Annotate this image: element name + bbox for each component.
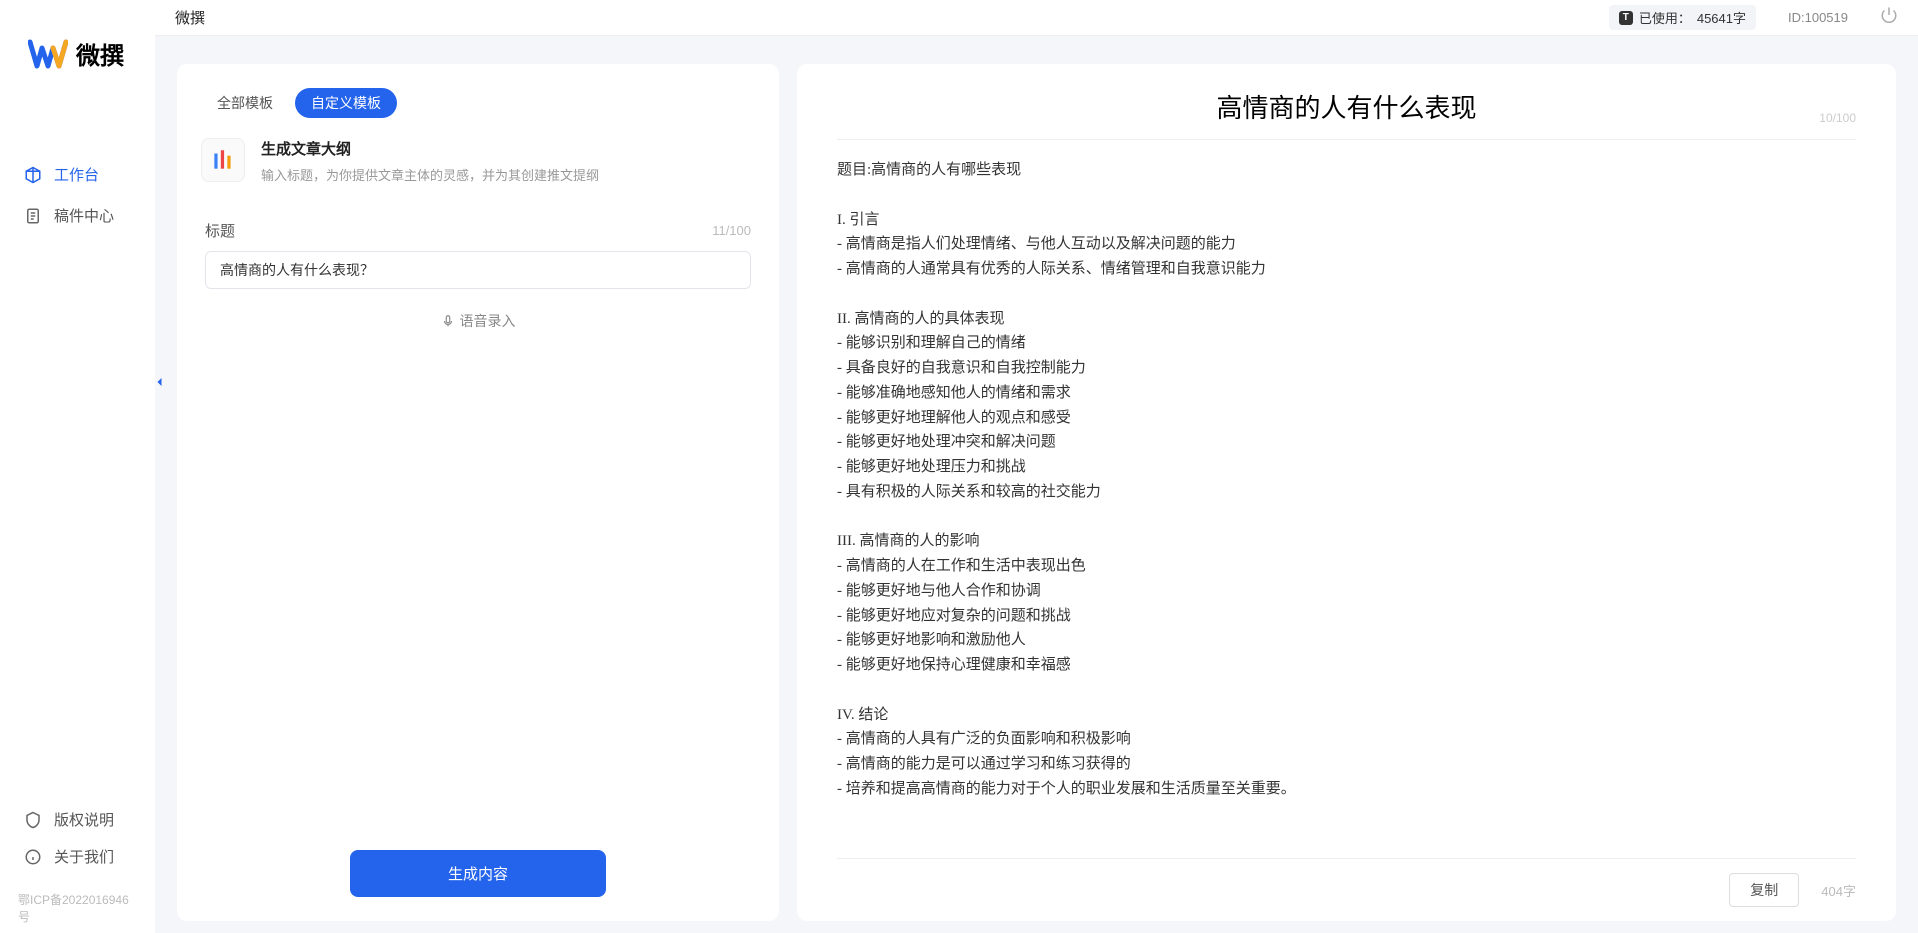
info-icon xyxy=(24,848,42,866)
power-icon[interactable] xyxy=(1880,6,1898,29)
document-icon xyxy=(24,207,42,225)
input-panel: 全部模板 自定义模板 生成文章大纲 输入标题，为你提供文章主体的灵感，并为其创建… xyxy=(177,64,779,921)
sidebar: 微撰 工作台 稿件中心 版权 xyxy=(0,0,155,933)
usage-badge[interactable]: T 已使用： 45641字 xyxy=(1609,5,1756,30)
output-char-count: 404字 xyxy=(1821,881,1856,900)
mic-icon xyxy=(441,314,455,328)
title-count: 11/100 xyxy=(712,223,751,238)
usage-label: 已使用： xyxy=(1639,8,1691,27)
header-title: 微撰 xyxy=(175,7,205,28)
template-card: 生成文章大纲 输入标题，为你提供文章主体的灵感，并为其创建推文提纲 xyxy=(177,130,779,202)
sidebar-item-label: 稿件中心 xyxy=(54,205,114,226)
sidebar-item-about[interactable]: 关于我们 xyxy=(12,838,143,875)
sidebar-item-copyright[interactable]: 版权说明 xyxy=(12,801,143,838)
logo-icon xyxy=(28,38,68,70)
sidebar-item-workspace[interactable]: 工作台 xyxy=(12,156,143,193)
sidebar-item-label: 版权说明 xyxy=(54,809,114,830)
sidebar-item-label: 关于我们 xyxy=(54,846,114,867)
generate-button[interactable]: 生成内容 xyxy=(350,850,606,897)
tab-custom-templates[interactable]: 自定义模板 xyxy=(295,88,397,118)
sidebar-item-label: 工作台 xyxy=(54,164,99,185)
shield-icon xyxy=(24,811,42,829)
logo-text: 微撰 xyxy=(76,36,124,71)
icp-text: 鄂ICP备2022016946号 xyxy=(0,883,155,933)
template-icon xyxy=(201,138,245,182)
title-input[interactable] xyxy=(205,251,751,289)
text-icon: T xyxy=(1619,11,1633,25)
tab-all-templates[interactable]: 全部模板 xyxy=(201,88,289,118)
output-title-count: 10/100 xyxy=(1819,111,1856,125)
output-panel: 高情商的人有什么表现 10/100 题目:高情商的人有哪些表现 I. 引言 - … xyxy=(797,64,1896,921)
template-desc: 输入标题，为你提供文章主体的灵感，并为其创建推文提纲 xyxy=(261,165,755,184)
voice-input-link[interactable]: 语音录入 xyxy=(205,311,751,331)
output-body: 题目:高情商的人有哪些表现 I. 引言 - 高情商是指人们处理情绪、与他人互动以… xyxy=(797,140,1896,858)
header: 微撰 T 已使用： 45641字 ID:100519 xyxy=(155,0,1918,36)
app-logo: 微撰 xyxy=(0,36,155,156)
title-label: 标题 xyxy=(205,220,235,241)
sidebar-item-drafts[interactable]: 稿件中心 xyxy=(12,197,143,234)
template-title: 生成文章大纲 xyxy=(261,138,755,159)
output-title: 高情商的人有什么表现 xyxy=(837,88,1856,125)
sidebar-nav: 工作台 稿件中心 xyxy=(0,156,155,234)
sidebar-collapse-handle[interactable] xyxy=(153,375,167,389)
copy-button[interactable]: 复制 xyxy=(1729,873,1799,907)
usage-value: 45641字 xyxy=(1697,8,1746,27)
cube-icon xyxy=(24,166,42,184)
voice-input-label: 语音录入 xyxy=(460,311,516,331)
template-tabs: 全部模板 自定义模板 xyxy=(177,64,779,130)
user-id: ID:100519 xyxy=(1788,10,1848,25)
